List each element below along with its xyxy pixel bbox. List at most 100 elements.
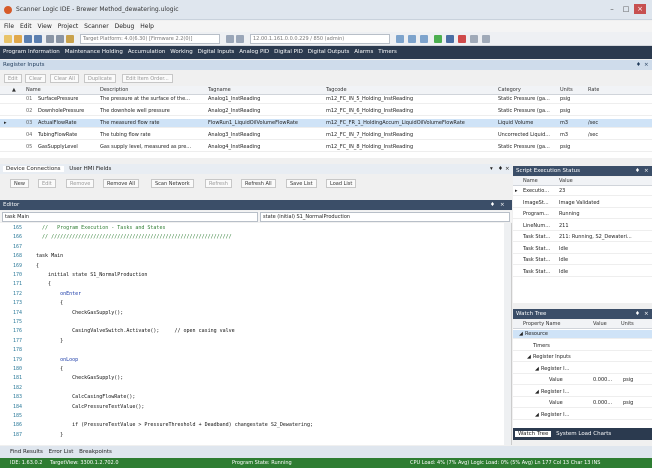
refresh-all-button[interactable]: Refresh All (241, 179, 276, 188)
open-folder-icon[interactable] (14, 35, 22, 43)
tab-device-connections[interactable]: Device Connections (3, 166, 64, 172)
maximize-button[interactable]: □ (620, 4, 632, 14)
watch-row[interactable]: Value 0.000... psig (513, 399, 652, 408)
tab-user-hmi-fields[interactable]: User HMI Fields (69, 166, 111, 172)
cut-icon[interactable] (46, 35, 54, 43)
clear-button[interactable]: Clear (25, 74, 47, 83)
menu-file[interactable]: File (4, 21, 14, 32)
close-pane-icon[interactable]: × (644, 166, 649, 176)
pause-icon[interactable] (446, 35, 454, 43)
build-icon[interactable] (396, 35, 404, 43)
run-icon[interactable] (434, 35, 442, 43)
duplicate-button[interactable]: Duplicate (84, 74, 116, 83)
expand-icon[interactable]: ▸ (515, 187, 518, 196)
copy-icon[interactable] (56, 35, 64, 43)
pin-icon[interactable]: ♦ (635, 166, 640, 176)
menu-project[interactable]: Project (58, 21, 79, 32)
step-icon[interactable] (470, 35, 478, 43)
col-tagname[interactable]: Tagname (208, 86, 231, 95)
clear-all-button[interactable]: Clear All (50, 74, 79, 83)
col-rate[interactable]: Rate (588, 86, 599, 95)
tab-find-results[interactable]: Find Results (10, 449, 43, 455)
pane-menu-icon[interactable]: ▾ (490, 164, 493, 174)
expand-icon[interactable]: ◢ (527, 353, 531, 362)
col-units[interactable]: Units (560, 86, 573, 95)
settings-icon[interactable] (482, 35, 490, 43)
tab-accumulation[interactable]: Accumulation (128, 46, 165, 59)
table-row[interactable]: 04 TubingFlowRate The tubing flow rate Anal… (0, 131, 652, 140)
tab-digital-inputs[interactable]: Digital Inputs (198, 46, 235, 59)
watch-row[interactable]: ◢ Register I... (513, 365, 652, 374)
scan-network-button[interactable]: Scan Network (151, 179, 194, 188)
expand-icon[interactable]: ◢ (535, 388, 539, 397)
table-row[interactable]: 02 DownholePressure The downhole well pres… (0, 107, 652, 116)
menu-scanner[interactable]: Scanner (84, 21, 109, 32)
watch-row[interactable]: ◢ Register I... (513, 411, 652, 420)
table-row[interactable]: 01 SurfacePressure The pressure at the sur… (0, 95, 652, 104)
watch-row[interactable]: ◢ Register Inputs (513, 353, 652, 362)
new-button[interactable]: New (10, 179, 29, 188)
close-pane-icon[interactable]: × (644, 309, 649, 319)
tab-alarms[interactable]: Alarms (354, 46, 373, 59)
edit-device-button[interactable]: Edit (38, 179, 56, 188)
close-button[interactable]: × (634, 4, 646, 14)
close-pane-icon[interactable]: × (505, 164, 510, 174)
pin-icon[interactable]: ♦ (490, 200, 495, 210)
tab-working[interactable]: Working (170, 46, 192, 59)
tab-program-information[interactable]: Program Information (3, 46, 60, 59)
stop-icon[interactable] (458, 35, 466, 43)
paste-icon[interactable] (66, 35, 74, 43)
remove-button[interactable]: Remove (66, 179, 95, 188)
table-row[interactable]: ▸ 03 ActualFlowRate The measured flow rate F… (0, 119, 652, 128)
new-file-icon[interactable] (4, 35, 12, 43)
edit-item-order-button[interactable]: Edit Item Order... (122, 74, 173, 83)
col-name[interactable]: Name (26, 86, 41, 95)
code-editor[interactable]: 165 // Program Execution - Tasks and Sta… (0, 223, 512, 445)
tab-error-list[interactable]: Error List (49, 449, 74, 455)
tab-timers[interactable]: Timers (378, 46, 397, 59)
menu-help[interactable]: Help (140, 21, 154, 32)
col-category[interactable]: Category (498, 86, 521, 95)
address-combo[interactable]: 12.00.1.161.0.0.0.229 / 850 (admin) (250, 34, 390, 44)
expand-icon[interactable]: ◢ (535, 365, 539, 374)
refresh-button[interactable]: Refresh (205, 179, 232, 188)
upload-icon[interactable] (420, 35, 428, 43)
tab-breakpoints[interactable]: Breakpoints (79, 449, 112, 455)
disconnect-icon[interactable] (236, 35, 244, 43)
load-list-button[interactable]: Load List (326, 179, 357, 188)
save-icon[interactable] (24, 35, 32, 43)
menu-view[interactable]: View (38, 21, 52, 32)
tab-watch-tree[interactable]: Watch Tree (515, 431, 552, 437)
tab-maintenance-holding[interactable]: Maintenance Holding (65, 46, 123, 59)
editor-scrollbar[interactable] (504, 223, 511, 445)
state-combo[interactable]: state (initial) S1_NormalProduction (260, 212, 510, 222)
col-description[interactable]: Description (100, 86, 128, 95)
tab-digital-pid[interactable]: Digital PID (274, 46, 303, 59)
close-pane-icon[interactable]: × (644, 60, 649, 70)
tab-system-load-charts[interactable]: System Load Charts (556, 431, 611, 437)
tab-analog-pid[interactable]: Analog PID (239, 46, 269, 59)
watch-row[interactable]: ◢ Register I... (513, 388, 652, 397)
tab-digital-outputs[interactable]: Digital Outputs (308, 46, 350, 59)
menu-debug[interactable]: Debug (115, 21, 135, 32)
col-tagcode[interactable]: Tagcode (326, 86, 347, 95)
connect-icon[interactable] (226, 35, 234, 43)
watch-row[interactable]: Value 0.000... psig (513, 376, 652, 385)
watch-row[interactable]: Timers (513, 342, 652, 351)
pin-icon[interactable]: ♦ (498, 164, 503, 174)
edit-button[interactable]: Edit (4, 74, 22, 83)
menu-edit[interactable]: Edit (20, 21, 32, 32)
minimize-button[interactable]: – (606, 4, 618, 14)
expand-icon[interactable]: ◢ (535, 411, 539, 420)
expand-icon[interactable]: ◢ (519, 330, 523, 339)
table-row[interactable]: 05 GasSupplyLevel Gas supply level, measur… (0, 143, 652, 152)
pin-icon[interactable]: ♦ (635, 309, 640, 319)
target-platform-combo[interactable]: Target Platform: 4.0(6.30) [Firmware 2.2… (80, 34, 220, 44)
remove-all-button[interactable]: Remove All (103, 179, 140, 188)
watch-row[interactable]: ◢ Resource (513, 330, 652, 339)
pin-icon[interactable]: ♦ (636, 60, 641, 70)
save-all-icon[interactable] (34, 35, 42, 43)
save-list-button[interactable]: Save List (286, 179, 317, 188)
task-combo[interactable]: task Main (2, 212, 258, 222)
download-icon[interactable] (408, 35, 416, 43)
